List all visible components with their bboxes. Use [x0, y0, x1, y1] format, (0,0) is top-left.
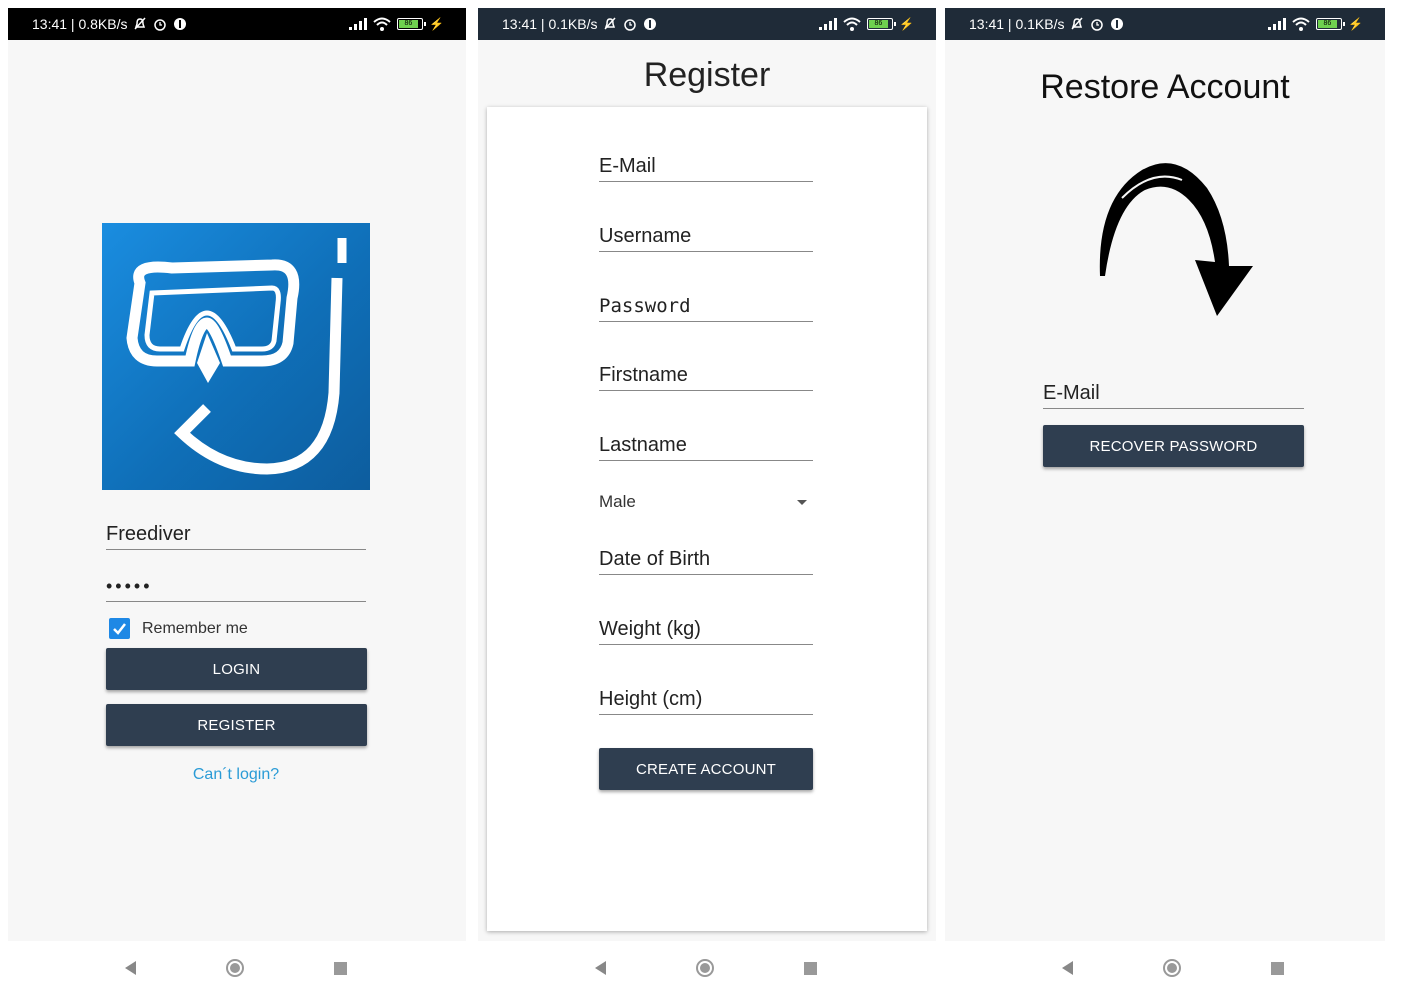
signal-icon — [1268, 18, 1287, 30]
register-form-card: E-Mail Username Password Firstname Lastn… — [487, 107, 927, 931]
email-field[interactable]: E-Mail — [599, 151, 813, 182]
login-screen: 13:41 | 0.8KB/s 86 ⚡ Freediver ••••• Rem… — [8, 8, 466, 941]
charging-icon: ⚡ — [429, 17, 444, 31]
back-icon[interactable] — [595, 961, 606, 975]
nav-bar-1 — [125, 945, 347, 991]
wifi-icon — [843, 17, 861, 31]
mute-icon — [604, 17, 617, 30]
email-field[interactable]: E-Mail — [1043, 378, 1304, 409]
snorkel-mask-logo — [102, 223, 370, 490]
data-saver-icon — [1111, 18, 1124, 30]
battery-icon: 86 — [867, 18, 897, 30]
nav-bar-3 — [1062, 945, 1284, 991]
nav-bar-2 — [595, 945, 817, 991]
mute-icon — [1071, 17, 1084, 30]
password-input[interactable]: ••••• — [106, 571, 366, 602]
height-field[interactable]: Height (cm) — [599, 684, 813, 715]
create-account-button[interactable]: CREATE ACCOUNT — [599, 748, 813, 790]
date-of-birth-field[interactable]: Date of Birth — [599, 544, 813, 575]
gender-select[interactable]: Male — [599, 487, 813, 517]
login-button[interactable]: LOGIN — [106, 648, 367, 690]
username-field[interactable]: Username — [599, 221, 813, 252]
remember-me-checkbox[interactable] — [109, 618, 130, 639]
recents-icon[interactable] — [804, 961, 817, 975]
weight-field[interactable]: Weight (kg) — [599, 614, 813, 645]
recents-icon[interactable] — [334, 961, 347, 975]
charging-icon: ⚡ — [1348, 17, 1363, 31]
wifi-icon — [373, 17, 391, 31]
status-bar: 13:41 | 0.8KB/s 86 ⚡ — [8, 8, 466, 40]
curved-arrow-icon — [1099, 163, 1253, 316]
remember-me-label: Remember me — [142, 620, 248, 637]
home-icon[interactable] — [1163, 959, 1181, 977]
alarm-icon — [1091, 19, 1104, 31]
battery-icon: 86 — [397, 18, 427, 30]
firstname-field[interactable]: Firstname — [599, 360, 813, 391]
wifi-icon — [1292, 17, 1310, 31]
status-time: 13:41 | 0.1KB/s — [969, 16, 1065, 32]
alarm-icon — [624, 19, 637, 31]
recover-password-button[interactable]: RECOVER PASSWORD — [1043, 425, 1304, 467]
page-title: Register — [643, 56, 771, 94]
signal-icon — [819, 18, 838, 30]
back-icon[interactable] — [125, 961, 136, 975]
status-time: 13:41 | 0.1KB/s — [502, 16, 598, 32]
status-time: 13:41 | 0.8KB/s — [32, 16, 128, 32]
chevron-down-icon — [797, 500, 807, 505]
register-button[interactable]: REGISTER — [106, 704, 367, 746]
username-input[interactable]: Freediver — [106, 519, 366, 550]
page-title: Restore Account — [1040, 68, 1290, 106]
status-bar: 13:41 | 0.1KB/s 86 ⚡ — [945, 8, 1385, 40]
status-bar: 13:41 | 0.1KB/s 86 ⚡ — [478, 8, 936, 40]
mute-icon — [134, 17, 147, 30]
recents-icon[interactable] — [1271, 961, 1284, 975]
password-field[interactable]: Password — [599, 291, 813, 322]
register-screen: 13:41 | 0.1KB/s 86 ⚡ Register E-Mail Use… — [478, 8, 936, 941]
signal-icon — [349, 18, 368, 30]
restore-account-screen: 13:41 | 0.1KB/s 86 ⚡ Restore Account E-M… — [945, 8, 1385, 941]
check-icon — [113, 623, 126, 635]
back-icon[interactable] — [1062, 961, 1073, 975]
battery-icon: 86 — [1316, 18, 1346, 30]
data-saver-icon — [174, 18, 187, 30]
charging-icon: ⚡ — [899, 17, 914, 31]
alarm-icon — [154, 19, 167, 31]
cant-login-link[interactable]: Can´t login? — [102, 766, 370, 784]
data-saver-icon — [644, 18, 657, 30]
home-icon[interactable] — [696, 959, 714, 977]
lastname-field[interactable]: Lastname — [599, 430, 813, 461]
home-icon[interactable] — [226, 959, 244, 977]
